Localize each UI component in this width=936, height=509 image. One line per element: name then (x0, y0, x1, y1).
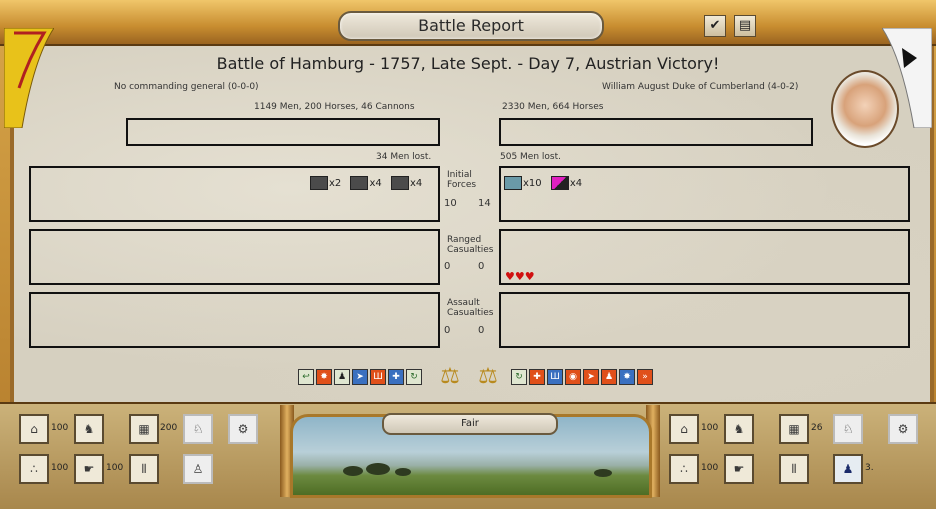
right-strength: 2330 Men, 664 Horses (502, 102, 604, 112)
fortification-icon[interactable]: ⌂ (669, 414, 699, 444)
cavalry-icon[interactable] (550, 176, 569, 190)
right-summary-box (499, 118, 813, 146)
left-ranged-box (29, 229, 440, 285)
supply-wagon-icon[interactable]: ▦ (779, 414, 809, 444)
ranged-casualties-label: Ranged Casualties (447, 235, 494, 255)
advance-icon[interactable]: ➤ (352, 369, 368, 385)
cannon-icon[interactable]: ⚙ (888, 414, 918, 444)
charge-icon[interactable]: ✸ (316, 369, 332, 385)
right-initial-forces: 14 (478, 198, 491, 209)
ammunition-icon[interactable]: ∴ (669, 454, 699, 484)
casualty-hearts: ♥♥♥ (505, 270, 535, 283)
rally-icon[interactable]: ↻ (511, 369, 527, 385)
flank-icon[interactable]: ✚ (388, 369, 404, 385)
left-ranged-casualties: 0 (444, 261, 451, 272)
checkmark-icon[interactable]: ✔ (704, 15, 726, 37)
left-initial-forces: 10 (444, 198, 457, 209)
left-assault-box (29, 292, 440, 348)
battle-title: Battle of Hamburg - 1757, Late Sept. - D… (216, 54, 720, 73)
left-lost: 34 Men lost. (376, 152, 432, 162)
right-general: William August Duke of Cumberland (4-0-2… (602, 82, 799, 92)
pursue-icon[interactable]: » (637, 369, 653, 385)
right-assault-casualties: 0 (478, 325, 485, 336)
artillery-icon[interactable] (390, 176, 409, 190)
officer-icon[interactable]: ♞ (724, 414, 754, 444)
soldiers-column-icon[interactable]: ⫴ (779, 454, 809, 484)
assault-casualties-label: Assault Casualties (447, 298, 494, 318)
hold-icon[interactable]: ♟ (334, 369, 350, 385)
right-unit-list: x10 x4 (504, 176, 588, 190)
right-ranged-casualties: 0 (478, 261, 485, 272)
pointing-hand-icon[interactable]: ☛ (74, 454, 104, 484)
infantry-icon[interactable] (310, 176, 328, 190)
soldiers-column-icon[interactable]: ⫴ (129, 454, 159, 484)
infantry-icon[interactable] (504, 176, 522, 190)
fortification-icon[interactable]: ⌂ (19, 414, 49, 444)
right-ranged-box (499, 229, 910, 285)
right-initial-box (499, 166, 910, 222)
right-lost: 505 Men lost. (500, 152, 561, 162)
window-title: Battle Report (338, 11, 604, 41)
supply-wagon-icon[interactable]: ▦ (129, 414, 159, 444)
runner-icon[interactable]: ♙ (183, 454, 213, 484)
left-initial-box (29, 166, 440, 222)
volley-icon[interactable]: Ш (370, 369, 386, 385)
charge-icon[interactable]: ✸ (619, 369, 635, 385)
left-assault-casualties: 0 (444, 325, 451, 336)
balance-scale-icon: ⚖ (440, 364, 460, 389)
flank-icon[interactable]: ✚ (529, 369, 545, 385)
left-general: No commanding general (0-0-0) (114, 82, 259, 92)
initial-forces-label: Initial Forces (447, 170, 477, 190)
retreat-icon[interactable]: ↩ (298, 369, 314, 385)
scout-icon[interactable]: ♘ (183, 414, 213, 444)
pointing-hand-icon[interactable]: ☛ (724, 454, 754, 484)
document-icon[interactable]: ▤ (734, 15, 756, 37)
ammunition-icon[interactable]: ∴ (19, 454, 49, 484)
hold-icon[interactable]: ♟ (601, 369, 617, 385)
report-parchment (10, 46, 934, 402)
bombard-icon[interactable]: ◉ (565, 369, 581, 385)
balance-scale-heart-icon: ⚖ (478, 364, 498, 389)
general-portrait[interactable] (831, 70, 899, 148)
officer-icon[interactable]: ♞ (74, 414, 104, 444)
left-summary-box (126, 118, 440, 146)
left-banner-icon (4, 28, 54, 128)
left-unit-list: x2 x4 x4 (310, 176, 428, 190)
grenadier-icon[interactable]: ♟ (833, 454, 863, 484)
advance-icon[interactable]: ➤ (583, 369, 599, 385)
scout-icon[interactable]: ♘ (833, 414, 863, 444)
rally-icon[interactable]: ↻ (406, 369, 422, 385)
cannon-icon[interactable]: ⚙ (228, 414, 258, 444)
cavalry-icon[interactable] (350, 176, 369, 190)
right-assault-box (499, 292, 910, 348)
weather-label: Fair (382, 413, 558, 435)
left-strength: 1149 Men, 200 Horses, 46 Cannons (254, 102, 415, 112)
volley-icon[interactable]: Ш (547, 369, 563, 385)
